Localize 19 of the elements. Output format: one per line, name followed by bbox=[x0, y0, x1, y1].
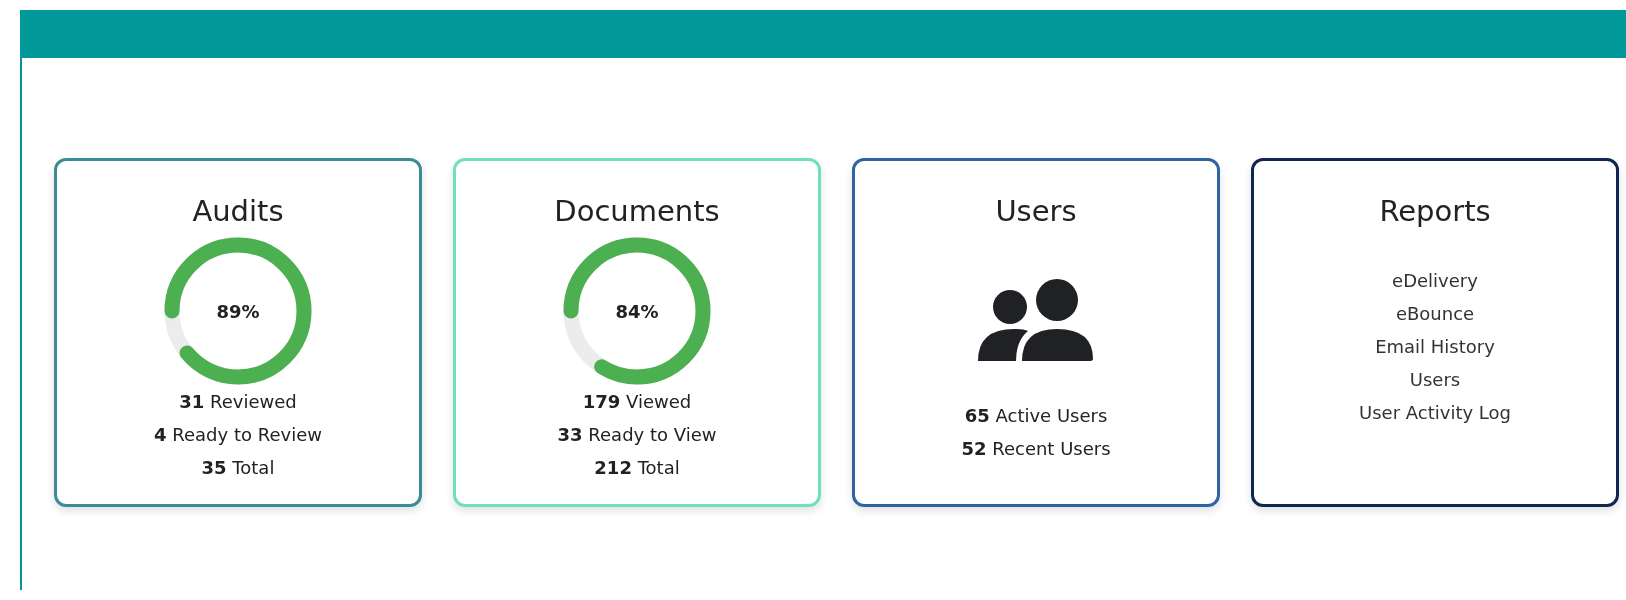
report-link[interactable]: eBounce bbox=[1395, 297, 1475, 330]
stat-line: 31 Reviewed bbox=[179, 390, 297, 414]
stat-line: 212 Total bbox=[594, 456, 680, 480]
card-title: Audits bbox=[192, 193, 284, 229]
stat-line: 35 Total bbox=[201, 456, 275, 480]
report-link[interactable]: Users bbox=[1409, 363, 1461, 396]
stat-line: 179 Viewed bbox=[582, 390, 692, 414]
stat-line: 65 Active Users bbox=[964, 404, 1108, 428]
report-link[interactable]: User Activity Log bbox=[1359, 396, 1511, 429]
percent-label: 84% bbox=[615, 300, 659, 322]
report-link[interactable]: eDelivery bbox=[1392, 264, 1478, 297]
card-title: Reports bbox=[1379, 193, 1491, 229]
percent-label: 89% bbox=[216, 300, 260, 322]
card-title: Users bbox=[995, 193, 1077, 229]
report-link[interactable]: Email History bbox=[1375, 330, 1495, 363]
card-title: Documents bbox=[554, 193, 720, 229]
stat-line: 4 Ready to Review bbox=[154, 423, 322, 447]
stat-line: 52 Recent Users bbox=[961, 437, 1111, 461]
stat-line: 33 Ready to View bbox=[557, 423, 717, 447]
